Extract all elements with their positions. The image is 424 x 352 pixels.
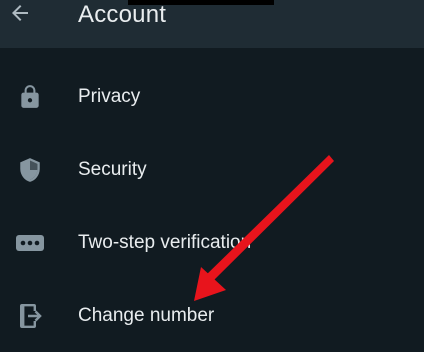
back-button[interactable] — [2, 0, 38, 30]
menu-item-label: Security — [78, 159, 147, 180]
app-bar: Account — [0, 0, 424, 48]
menu-item-security[interactable]: Security — [0, 134, 424, 206]
menu-item-change-number[interactable]: Change number — [0, 280, 424, 352]
menu-item-two-step-verification[interactable]: Two-step verification — [0, 207, 424, 279]
shield-icon — [14, 154, 46, 186]
dots-pin-icon — [14, 227, 46, 259]
change-number-icon — [14, 300, 46, 332]
arrow-left-icon — [8, 1, 32, 30]
page-title: Account — [78, 1, 167, 28]
menu-item-label: Two-step verification — [78, 232, 252, 253]
menu-item-label: Change number — [78, 305, 215, 326]
menu-item-label: Privacy — [78, 86, 141, 107]
lock-icon — [14, 81, 46, 113]
menu-item-privacy[interactable]: Privacy — [0, 61, 424, 133]
account-settings-screen: Account Privacy Security Two-step verifi… — [0, 0, 424, 352]
